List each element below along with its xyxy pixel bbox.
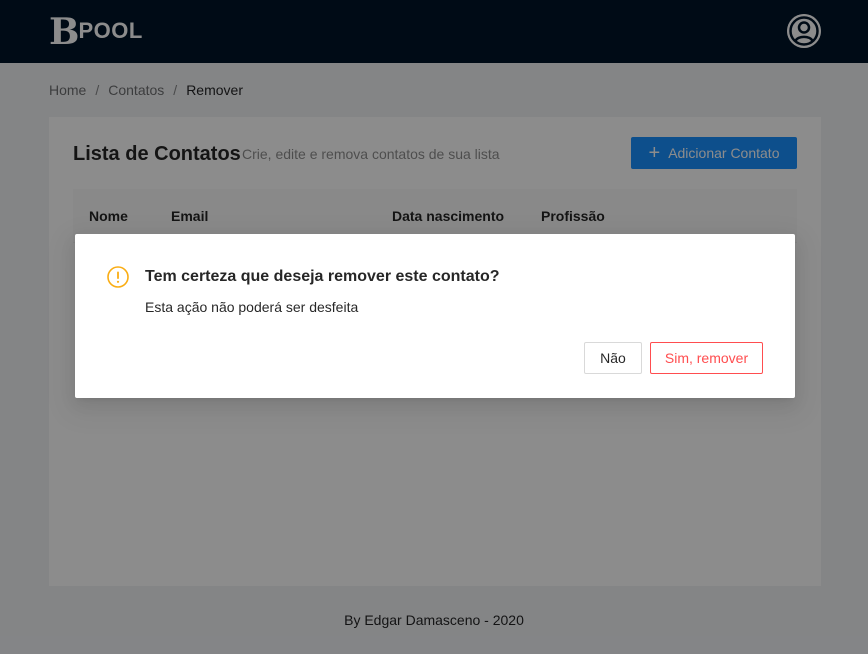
exclamation-circle-icon [107,266,129,288]
confirm-remove-modal: Tem certeza que deseja remover este cont… [75,234,795,398]
confirm-remove-button[interactable]: Sim, remover [650,342,763,374]
modal-content: Esta ação não poderá ser desfeita [145,299,359,315]
modal-title: Tem certeza que deseja remover este cont… [145,268,500,285]
cancel-button[interactable]: Não [584,342,642,374]
